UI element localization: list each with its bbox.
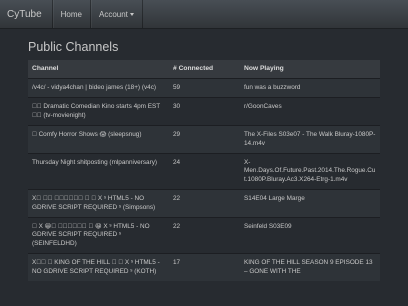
column-header-connected[interactable]: # Connected [169,60,240,79]
connected-count: 30 [169,97,240,126]
column-header-channel[interactable]: Channel [28,60,169,79]
now-playing: fun was a buzzword [240,77,380,98]
channel-link[interactable]: X                X ˢ HTML5 - NO GDRIVE S… [28,189,169,218]
table-header-row: Channel # Connected Now Playing [28,60,380,79]
nav-account-label: Account [99,9,128,19]
channel-link[interactable]:   Comfy Horror Shows 😱 (sleepsnug) [28,125,169,154]
nav-account-dropdown[interactable]: Account [90,0,143,28]
caret-down-icon [129,12,134,16]
channel-link[interactable]:   X 😀           😀 X ˢ HTML5 - NO GDRIVE … [28,217,169,254]
table-row[interactable]:   X 😀           😀 X ˢ HTML5 - NO GDRIVE … [28,217,380,254]
brand-logo[interactable]: CyTube [0,0,52,28]
channel-link[interactable]:    Dramatic Comedian Kino starts 4pm EST… [28,97,169,126]
nav-home-label: Home [60,9,82,19]
now-playing: X-Men.Days.Of.Future.Past.2014.The.Rogue… [240,153,380,190]
table-row[interactable]: X     KING OF THE HILL     X ˢ HTML5 - N… [28,253,380,282]
now-playing: The X-Files S03e07 - The Walk Bluray-108… [240,125,380,154]
now-playing: Seinfeld S03E09 [240,217,380,254]
connected-count: 22 [169,217,240,254]
channel-link[interactable]: X     KING OF THE HILL     X ˢ HTML5 - N… [28,253,169,282]
table-row[interactable]: Thursday Night shitposting (mlpanniversa… [28,153,380,190]
table-row[interactable]: X                X ˢ HTML5 - NO GDRIVE S… [28,189,380,218]
channel-link[interactable]: Thursday Night shitposting (mlpanniversa… [28,153,169,190]
navbar: CyTube Home Account [0,0,408,29]
connected-count: 24 [169,153,240,190]
now-playing: S14E04 Large Marge [240,189,380,218]
connected-count: 29 [169,125,240,154]
page-title: Public Channels [28,40,119,54]
channels-table: Channel # Connected Now Playing /v4c/ - … [28,60,380,282]
now-playing: r/GoonCaves [240,97,380,126]
now-playing: KING OF THE HILL SEASON 9 EPISODE 13 – G… [240,253,380,282]
column-header-now-playing[interactable]: Now Playing [240,60,380,79]
connected-count: 59 [169,77,240,98]
table-row[interactable]: /v4c/ - vidya4chan | bideo james (18+) (… [28,77,380,98]
table-row[interactable]:    Dramatic Comedian Kino starts 4pm EST… [28,97,380,126]
connected-count: 17 [169,253,240,282]
nav-home[interactable]: Home [51,0,90,28]
channels-table-wrapper: Channel # Connected Now Playing /v4c/ - … [28,60,380,282]
table-row[interactable]:   Comfy Horror Shows 😱 (sleepsnug) 29 Th… [28,125,380,154]
connected-count: 22 [169,189,240,218]
channel-link[interactable]: /v4c/ - vidya4chan | bideo james (18+) (… [28,77,169,98]
